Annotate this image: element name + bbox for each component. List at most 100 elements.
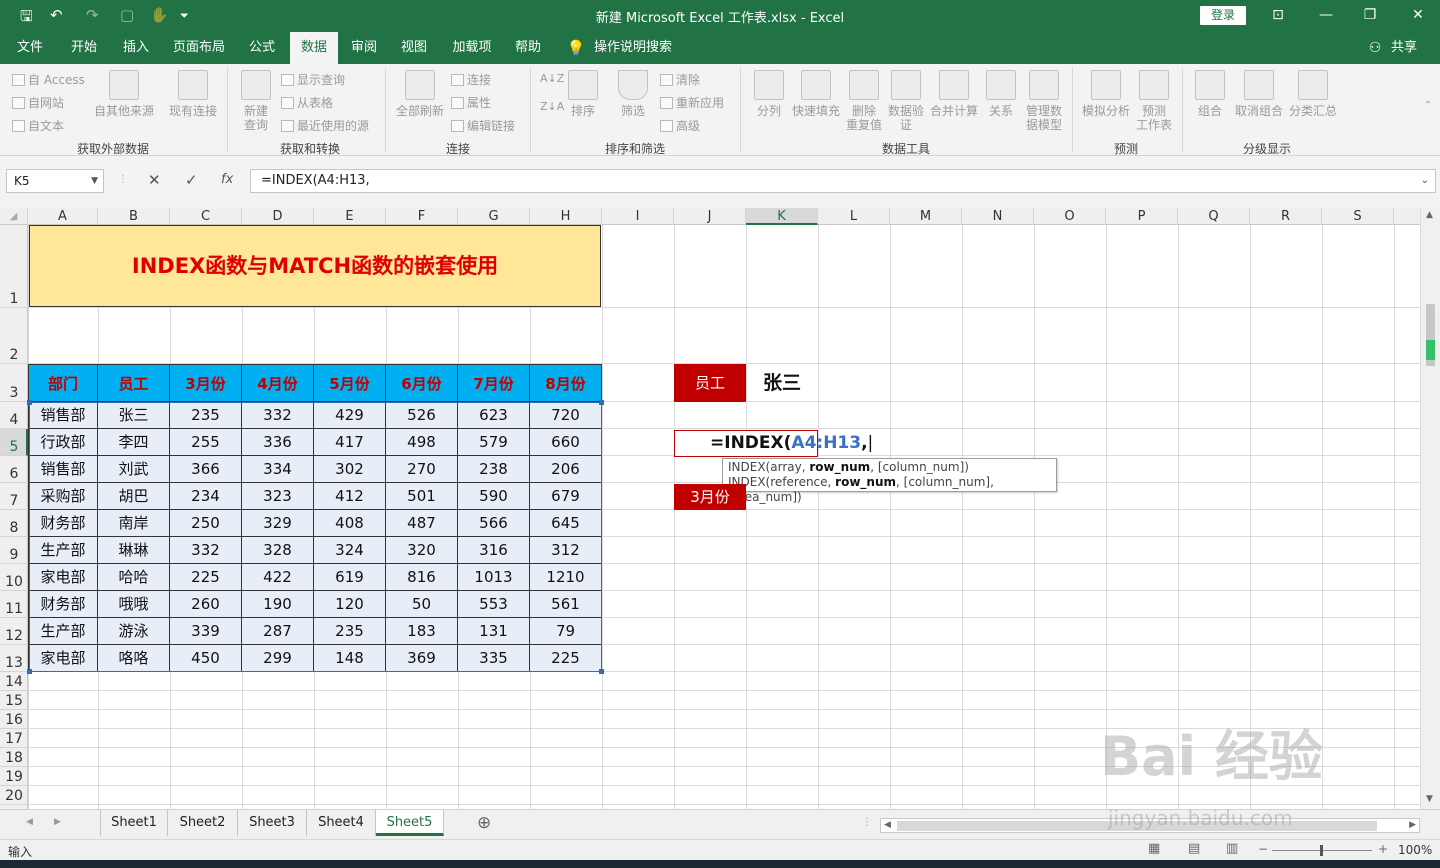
add-sheet-icon[interactable]: ⊕: [477, 813, 491, 833]
range-handle[interactable]: [27, 400, 32, 405]
share-button[interactable]: 共享: [1386, 32, 1422, 64]
sort-button[interactable]: 排序: [566, 70, 600, 118]
table-header-cell[interactable]: 4月份: [242, 364, 314, 402]
row-header[interactable]: 16: [0, 710, 28, 729]
tab-insert[interactable]: 插入: [114, 32, 158, 64]
enter-icon[interactable]: ✓: [185, 171, 198, 189]
lookup-employee-label[interactable]: 员工: [674, 364, 746, 402]
range-handle[interactable]: [599, 669, 604, 674]
row-header[interactable]: 2: [0, 308, 28, 364]
row-header[interactable]: 20: [0, 786, 28, 805]
from-web-button[interactable]: 自网站: [12, 94, 64, 111]
row-header[interactable]: 13: [0, 645, 28, 672]
tab-formulas[interactable]: 公式: [240, 32, 284, 64]
row-header[interactable]: 10: [0, 564, 28, 591]
column-header[interactable]: I: [602, 208, 674, 225]
group-button[interactable]: 组合: [1190, 70, 1230, 118]
range-handle[interactable]: [599, 400, 604, 405]
select-all-corner[interactable]: ◢: [0, 208, 28, 225]
restore-icon[interactable]: ❐: [1358, 4, 1382, 26]
column-header[interactable]: F: [386, 208, 458, 225]
row-header[interactable]: 3: [0, 364, 28, 402]
row-header[interactable]: 4: [0, 402, 28, 429]
chevron-down-icon[interactable]: ▼: [91, 170, 98, 192]
table-header-cell[interactable]: 部门: [28, 364, 98, 402]
refresh-all-button[interactable]: 全部刷新: [394, 70, 446, 118]
table-header-cell[interactable]: 7月份: [458, 364, 530, 402]
forecast-sheet-button[interactable]: 预测 工作表: [1134, 70, 1174, 132]
recent-sources-button[interactable]: 最近使用的源: [281, 117, 369, 134]
sort-az-icon[interactable]: A↓Z Z↓A: [540, 72, 564, 114]
column-header[interactable]: L: [818, 208, 890, 225]
row-header[interactable]: 8: [0, 510, 28, 537]
connections-button[interactable]: 连接: [451, 71, 491, 88]
column-header-selected[interactable]: K: [746, 208, 818, 225]
tab-home[interactable]: 开始: [62, 32, 106, 64]
column-header[interactable]: B: [98, 208, 170, 225]
row-header[interactable]: 11: [0, 591, 28, 618]
scroll-left-icon[interactable]: ◀: [884, 820, 891, 830]
column-header[interactable]: Q: [1178, 208, 1250, 225]
scroll-tabs-right-icon[interactable]: ▶: [54, 817, 61, 827]
table-header-cell[interactable]: 员工: [98, 364, 170, 402]
tab-addins[interactable]: 加载项: [446, 32, 498, 64]
sheet-title-cell[interactable]: INDEX函数与MATCH函数的嵌套使用: [29, 225, 601, 307]
cell-formula-editor[interactable]: =INDEX(A4:H13,|: [710, 433, 873, 453]
data-validation-button[interactable]: 数据验 证: [886, 70, 926, 132]
tooltip-line-reference[interactable]: INDEX(reference, row_num, [column_num], …: [728, 475, 1051, 505]
page-layout-view-icon[interactable]: ▤: [1188, 841, 1200, 856]
edit-links-button[interactable]: 编辑链接: [451, 117, 515, 134]
column-header[interactable]: N: [962, 208, 1034, 225]
sheet-tab[interactable]: Sheet4: [307, 810, 376, 836]
tab-help[interactable]: 帮助: [506, 32, 550, 64]
row-header[interactable]: 12: [0, 618, 28, 645]
scroll-up-icon[interactable]: ▲: [1426, 210, 1433, 220]
column-header[interactable]: H: [530, 208, 602, 225]
row-header[interactable]: 9: [0, 537, 28, 564]
page-break-view-icon[interactable]: ▥: [1226, 841, 1238, 856]
advanced-filter-button[interactable]: 高级: [660, 117, 700, 134]
existing-connections-button[interactable]: 现有连接: [164, 70, 222, 118]
sheet-tab-active[interactable]: Sheet5: [376, 810, 444, 836]
table-header-cell[interactable]: 6月份: [386, 364, 458, 402]
close-icon[interactable]: ✕: [1406, 4, 1430, 26]
tab-splitter-icon[interactable]: ⋮: [862, 817, 872, 828]
from-table-button[interactable]: 从表格: [281, 94, 333, 111]
column-header[interactable]: A: [28, 208, 98, 225]
zoom-out-icon[interactable]: −: [1258, 842, 1268, 856]
tab-view[interactable]: 视图: [392, 32, 436, 64]
column-header[interactable]: S: [1322, 208, 1394, 225]
scroll-down-icon[interactable]: ▼: [1426, 794, 1433, 804]
column-header[interactable]: P: [1106, 208, 1178, 225]
text-to-columns-button[interactable]: 分列: [750, 70, 788, 118]
expand-formula-icon[interactable]: ⌄: [1421, 170, 1429, 192]
table-header-cell[interactable]: 3月份: [170, 364, 242, 402]
tab-data[interactable]: 数据: [290, 32, 338, 64]
row-header[interactable]: 14: [0, 672, 28, 691]
relationships-button[interactable]: 关系: [984, 70, 1018, 118]
scroll-right-icon[interactable]: ▶: [1409, 820, 1416, 830]
column-header[interactable]: R: [1250, 208, 1322, 225]
what-if-button[interactable]: 模拟分析: [1080, 70, 1132, 118]
sheet-tab[interactable]: Sheet3: [238, 810, 307, 836]
column-header[interactable]: J: [674, 208, 746, 225]
lookup-employee-value[interactable]: 张三: [746, 364, 818, 402]
name-box[interactable]: K5 ▼: [6, 169, 104, 193]
remove-duplicates-button[interactable]: 删除 重复值: [844, 70, 884, 132]
tooltip-line-array[interactable]: INDEX(array, row_num, [column_num]): [728, 460, 1051, 475]
properties-button[interactable]: 属性: [451, 94, 491, 111]
column-header[interactable]: O: [1034, 208, 1106, 225]
zoom-in-icon[interactable]: +: [1378, 842, 1388, 856]
sheet-tab[interactable]: Sheet1: [100, 810, 168, 836]
column-header[interactable]: G: [458, 208, 530, 225]
table-header-cell[interactable]: 8月份: [530, 364, 602, 402]
cancel-icon[interactable]: ✕: [148, 171, 161, 189]
row-header[interactable]: 18: [0, 748, 28, 767]
row-header[interactable]: 1: [0, 225, 28, 308]
ungroup-button[interactable]: 取消组合: [1232, 70, 1286, 118]
filter-button[interactable]: 筛选: [614, 70, 652, 118]
tab-page-layout[interactable]: 页面布局: [166, 32, 232, 64]
insert-function-icon[interactable]: fx: [221, 172, 233, 187]
ribbon-display-icon[interactable]: ⊡: [1266, 4, 1290, 26]
from-other-sources-button[interactable]: 自其他来源: [92, 70, 156, 118]
